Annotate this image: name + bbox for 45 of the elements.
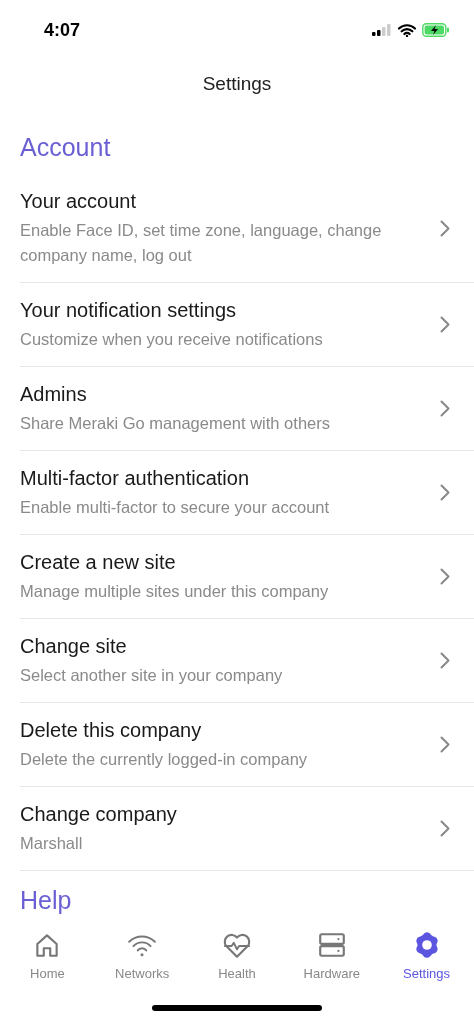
row-title: Create a new site [20, 550, 177, 575]
row-subtitle: Customize when you receive notifications [20, 329, 324, 350]
row-subtitle: Share Meraki Go management with others [20, 413, 331, 434]
chevron-icon [440, 219, 450, 237]
row-title: Delete this company [20, 718, 203, 743]
settings-row[interactable]: Change site Select another site in your company [20, 619, 474, 703]
chevron-icon [440, 484, 450, 501]
chevron-icon [440, 568, 450, 585]
server-icon [316, 930, 347, 960]
battery-icon [422, 23, 450, 37]
row-title: Your account [20, 189, 137, 214]
tab-button[interactable]: Networks [94, 928, 190, 990]
row-title: Change site [20, 634, 128, 659]
settings-row[interactable]: Your account Enable Face ID, set time zone, language, change company name, log out [20, 174, 474, 283]
section-heading: Help [20, 886, 72, 914]
row-subtitle: Delete the currently logged-in company [20, 749, 309, 770]
row-subtitle: Marshall [20, 833, 84, 854]
row-subtitle: Select another site in your company [20, 665, 284, 686]
section-heading: Account [20, 133, 111, 161]
row-subtitle: Enable Face ID, set time zone, language, change company name, log out [20, 220, 383, 266]
row-title: Your notification settings [20, 298, 238, 323]
row-title: Admins [20, 382, 88, 407]
settings-row[interactable]: Delete this company Delete the currently logged-in company [20, 703, 474, 787]
tab-button[interactable]: Settings [379, 928, 474, 990]
tab-button[interactable]: Health [189, 928, 285, 990]
row-subtitle: Manage multiple sites under this company [20, 581, 330, 602]
chevron-icon [440, 316, 450, 333]
chevron-icon [440, 400, 450, 417]
wifi-icon [398, 23, 416, 37]
chevron-icon [440, 736, 450, 753]
settings-row[interactable]: Change company Marshall [20, 787, 474, 871]
row-title: Multi-factor authentication [20, 466, 250, 491]
settings-row[interactable]: Your notification settings Customize when you receive notifications [20, 283, 474, 367]
settings-row[interactable]: Multi-factor authentication Enable multi-factor to secure your account [20, 451, 474, 535]
chevron-icon [440, 652, 450, 669]
tab-button[interactable]: Home [0, 928, 95, 990]
settings-row[interactable]: Admins Share Meraki Go management with others [20, 367, 474, 451]
signal-icon [372, 24, 392, 36]
page-title: Settings [202, 71, 272, 96]
status-time: 4:07 [44, 18, 81, 42]
tab-button[interactable]: Hardware [284, 928, 380, 990]
settings-row[interactable]: Create a new site Manage multiple sites under this company [20, 535, 474, 619]
row-title: Change company [20, 802, 178, 827]
row-subtitle: Enable multi-factor to secure your account [20, 497, 331, 518]
chevron-icon [440, 820, 450, 837]
